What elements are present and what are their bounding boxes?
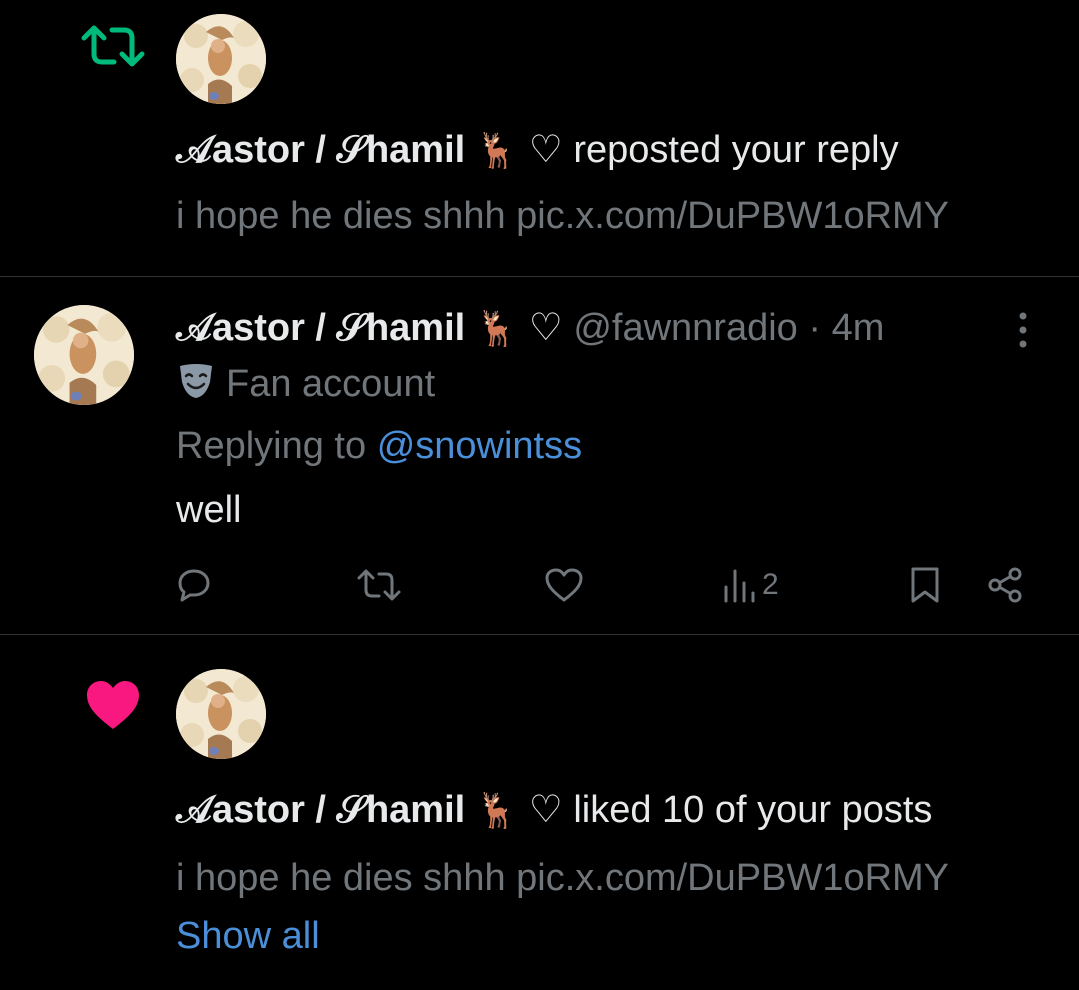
- heart-glyph: ♡: [528, 129, 563, 171]
- heart-icon: [84, 679, 142, 736]
- notification-repost[interactable]: 𝒜astor / 𝒮hamil 🦌 ♡ reposted your reply …: [0, 0, 1079, 276]
- deer-emoji: 🦌: [475, 310, 519, 348]
- replying-to: Replying to @snowintss: [176, 424, 582, 468]
- like-button[interactable]: [544, 560, 590, 610]
- tweet-actions: 2: [176, 560, 1036, 610]
- views-icon: [724, 569, 755, 603]
- repost-icon: [357, 569, 401, 601]
- action-text: reposted your reply: [573, 129, 899, 171]
- post-preview[interactable]: i hope he dies shhh pic.x.com/DuPBW1oRMY: [176, 856, 949, 900]
- fan-account-badge: Fan account: [176, 360, 435, 410]
- share-icon: [988, 567, 1022, 603]
- display-name[interactable]: 𝒜astor / 𝒮hamil: [176, 129, 465, 171]
- display-name[interactable]: 𝒜astor / 𝒮hamil: [176, 307, 465, 349]
- tweet-body: well: [176, 489, 242, 531]
- tweet-header: 𝒜astor / 𝒮hamil 🦌 ♡ @fawnnradio · 4m: [176, 306, 884, 351]
- replying-to-handle[interactable]: @snowintss: [377, 425, 582, 467]
- separator-dot: ·: [808, 307, 822, 349]
- show-all-link[interactable]: Show all: [176, 914, 320, 958]
- views-count: 2: [762, 568, 779, 601]
- heart-glyph: ♡: [528, 307, 563, 349]
- notification-title: 𝒜astor / 𝒮hamil 🦌 ♡ reposted your reply: [176, 128, 899, 173]
- deer-emoji: 🦌: [475, 132, 519, 170]
- heart-glyph: ♡: [528, 789, 563, 831]
- more-options-icon[interactable]: [1010, 310, 1036, 350]
- bookmark-icon: [911, 567, 939, 603]
- reply-button[interactable]: [176, 560, 218, 610]
- avatar[interactable]: [34, 305, 134, 405]
- views-button[interactable]: 2: [722, 560, 779, 610]
- heart-outline-icon: [545, 568, 583, 602]
- notification-title: 𝒜astor / 𝒮hamil 🦌 ♡ liked 10 of your pos…: [176, 788, 932, 833]
- action-text: liked 10 of your posts: [573, 789, 933, 831]
- deer-emoji: 🦌: [475, 792, 519, 830]
- handle[interactable]: @fawnnradio: [573, 307, 797, 349]
- repost-icon: [80, 24, 146, 73]
- avatar[interactable]: [176, 14, 266, 104]
- timestamp[interactable]: 4m: [832, 307, 885, 349]
- avatar[interactable]: [176, 669, 266, 759]
- display-name[interactable]: 𝒜astor / 𝒮hamil: [176, 789, 465, 831]
- reply-icon: [178, 569, 210, 602]
- badge-text: Fan account: [226, 363, 436, 405]
- bookmark-button[interactable]: [908, 560, 942, 610]
- repost-button[interactable]: [356, 560, 408, 610]
- share-button[interactable]: [986, 560, 1024, 610]
- post-preview[interactable]: i hope he dies shhh pic.x.com/DuPBW1oRMY: [176, 194, 949, 238]
- replying-prefix: Replying to: [176, 425, 367, 467]
- theater-mask-icon: [176, 360, 216, 410]
